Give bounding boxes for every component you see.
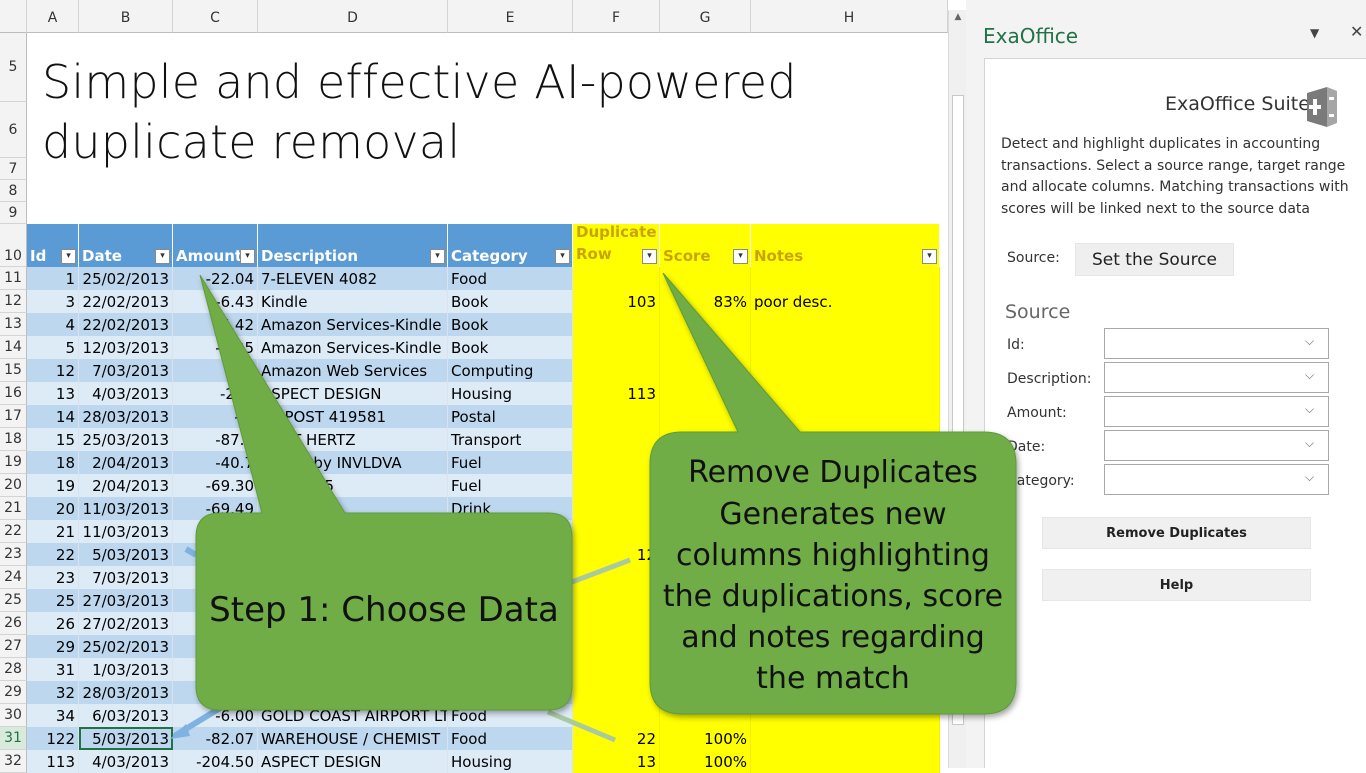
connector-line-lower — [547, 709, 616, 743]
connector-line-upper — [571, 557, 631, 585]
remove-callout-text: Remove Duplicates Generates new columns … — [650, 452, 1016, 699]
screen: ABCDEFGH 5 6 7 8 9 10 Simple and effective AI… — [0, 0, 1366, 773]
remove-callout-line-5: the match — [756, 661, 910, 696]
remove-callout-line-1: Generates new — [719, 497, 947, 532]
remove-callout-line-3: the duplications, score — [662, 579, 1004, 614]
step1-callout-text: Step 1: Choose Data — [209, 590, 559, 630]
remove-callout-line-4: and notes regarding — [681, 620, 985, 655]
step1-callout-shape — [195, 274, 573, 711]
remove-callout-line-2: columns highlighting — [676, 538, 990, 573]
arrow-line-step1-upper — [184, 546, 198, 558]
remove-callout-title: Remove Duplicates — [688, 455, 978, 490]
